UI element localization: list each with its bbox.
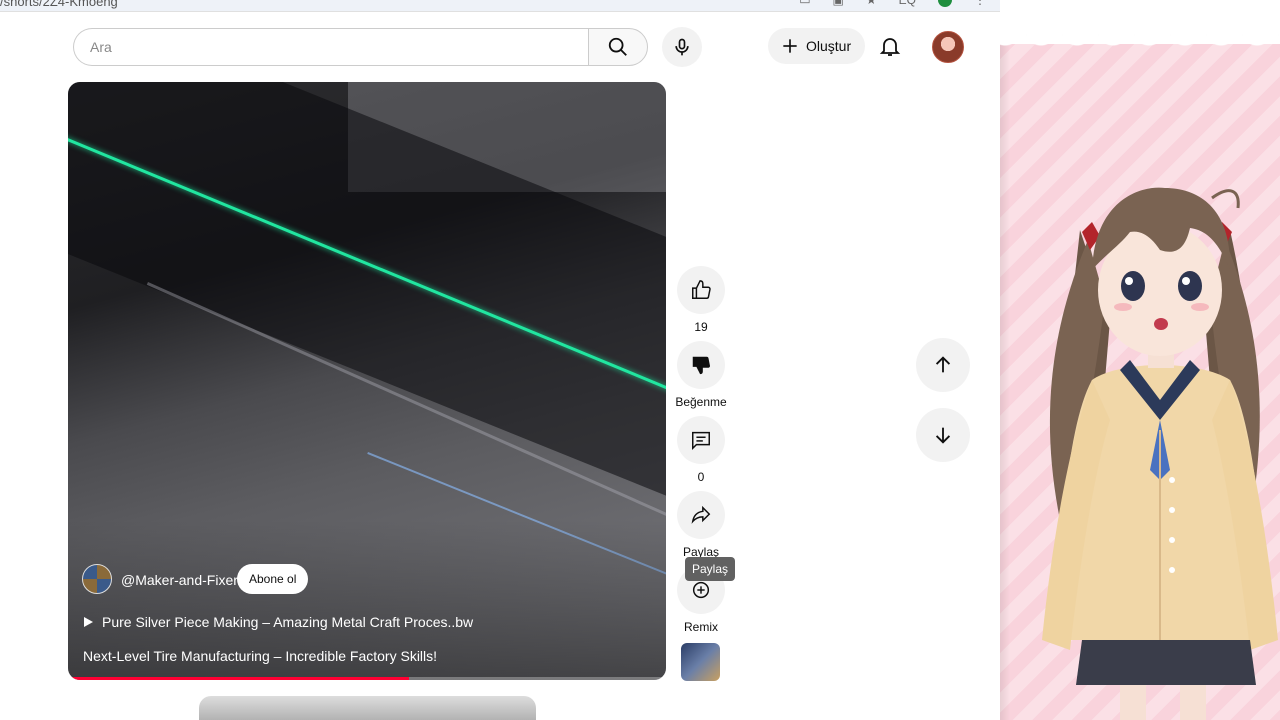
video-title[interactable]: Next-Level Tire Manufacturing – Incredib… [83,648,437,664]
like-count: 19 [694,320,708,334]
share-action: Paylaş [677,491,725,559]
arrow-down-icon [935,427,951,444]
short-video-player[interactable]: @Maker-and-Fixer Abone ol Pure Silver Pi… [68,82,666,680]
next-video-button[interactable] [916,408,970,462]
search-button[interactable] [588,28,648,66]
previous-video-button[interactable] [916,338,970,392]
profile-icon[interactable] [938,0,952,7]
url-bar-text[interactable]: /shorts/2Z4-Kmoeng [0,0,118,9]
thumbs-down-icon [692,356,711,375]
comments-button[interactable] [677,416,725,464]
remix-icon [692,581,710,599]
comment-count: 0 [697,470,705,484]
install-icon[interactable]: ▣ [833,0,844,7]
video-progress-fill [68,677,409,680]
share-tooltip: Paylaş [685,557,736,581]
notifications-button[interactable] [878,34,902,63]
comment-action: 0 [677,416,725,484]
subscribe-button[interactable]: Abone ol [237,564,309,594]
create-label: Oluştur [806,38,852,54]
search-icon [608,37,627,56]
channel-avatar[interactable] [82,564,112,594]
avatar[interactable] [932,31,964,63]
channel-handle[interactable]: @Maker-and-Fixer [121,572,238,588]
dislike-label: Beğenme [675,395,727,409]
share-button[interactable] [677,491,725,539]
bell-icon [879,38,901,56]
screen: /shorts/2Z4-Kmoeng ▭ ▣ ★ EQ ⋮ Oluştur [0,0,1280,720]
thumbs-up-icon [692,280,711,299]
menu-icon[interactable]: ⋮ [974,0,986,7]
comment-icon [692,431,710,451]
browser-icons: ▭ ▣ ★ EQ ⋮ [799,0,986,7]
dislike-action: Beğenme [675,341,727,409]
vtuber-character [1042,187,1278,720]
playlist-link[interactable]: Pure Silver Piece Making – Amazing Metal… [82,614,473,630]
star-icon[interactable]: ★ [866,0,877,7]
mic-icon [675,38,689,56]
sound-thumbnail[interactable] [681,643,720,681]
like-action: 19 [677,266,725,334]
search-box [73,28,589,66]
vtuber-overlay-panel [1000,0,1280,720]
like-button[interactable] [677,266,725,314]
search-input[interactable] [74,29,589,65]
arrow-up-icon [935,356,951,373]
cast-icon[interactable]: ▭ [799,0,810,7]
voice-search-button[interactable] [662,27,702,67]
video-progress-bar[interactable] [68,677,666,680]
create-button[interactable]: Oluştur [768,28,865,64]
next-short-preview[interactable] [199,696,536,720]
remix-label: Remix [683,620,718,634]
dislike-button[interactable] [677,341,725,389]
language-icon[interactable]: EQ [899,0,916,7]
youtube-page: Oluştur @Maker-and-Fixer Abone ol Pure S… [0,12,1000,720]
playlist-title: Pure Silver Piece Making – Amazing Metal… [102,614,474,630]
browser-toolbar: /shorts/2Z4-Kmoeng ▭ ▣ ★ EQ ⋮ [0,0,1000,12]
play-icon [84,617,93,627]
plus-icon [783,39,797,53]
share-icon [691,505,711,524]
